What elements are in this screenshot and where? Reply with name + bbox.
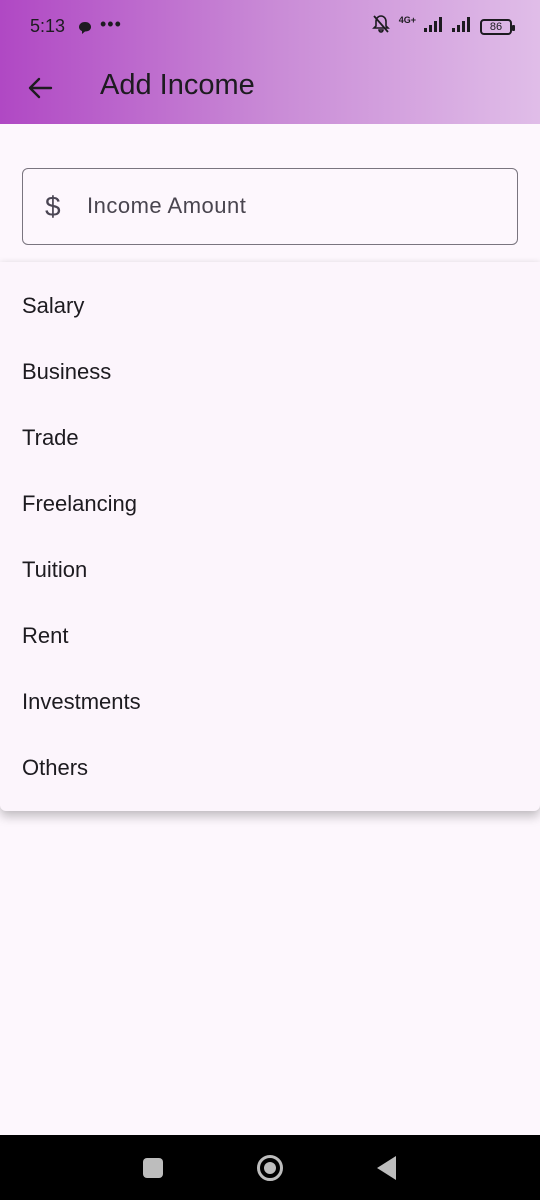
- menu-item-trade[interactable]: Trade: [0, 405, 540, 471]
- menu-item-tuition[interactable]: Tuition: [0, 537, 540, 603]
- arrow-left-icon: [27, 77, 53, 104]
- status-time: 5:13: [30, 16, 66, 36]
- income-amount-field[interactable]: $: [22, 168, 518, 245]
- more-notifications-icon: •••: [100, 14, 122, 34]
- menu-item-rent[interactable]: Rent: [0, 603, 540, 669]
- category-dropdown-menu: Salary Business Trade Freelancing Tuitio…: [0, 262, 540, 811]
- system-navigation-bar: [0, 1135, 540, 1200]
- header-gradient: 5:13 ••• 4G+ 86 Add Income: [0, 0, 540, 124]
- system-back-button[interactable]: [377, 1156, 396, 1180]
- battery-icon: 86: [480, 18, 515, 35]
- page-title: Add Income: [100, 69, 255, 101]
- bell-off-icon: [371, 14, 391, 39]
- status-right: 4G+ 86: [371, 14, 515, 39]
- menu-item-others[interactable]: Others: [0, 735, 540, 801]
- status-bar: 5:13 ••• 4G+ 86: [0, 0, 540, 56]
- home-button[interactable]: [257, 1155, 283, 1181]
- menu-item-investments[interactable]: Investments: [0, 669, 540, 735]
- income-amount-input[interactable]: [87, 187, 497, 225]
- chat-bubble-icon: [78, 19, 92, 40]
- back-button[interactable]: [20, 70, 60, 110]
- network-type-label: 4G+: [398, 15, 416, 25]
- menu-item-business[interactable]: Business: [0, 339, 540, 405]
- dollar-icon: $: [45, 191, 61, 222]
- app-bar: Add Income: [0, 56, 540, 124]
- recents-button[interactable]: [143, 1158, 163, 1178]
- signal-strength-icon-1: [424, 16, 444, 37]
- signal-strength-icon-2: [452, 16, 472, 37]
- menu-item-freelancing[interactable]: Freelancing: [0, 471, 540, 537]
- menu-item-salary[interactable]: Salary: [0, 273, 540, 339]
